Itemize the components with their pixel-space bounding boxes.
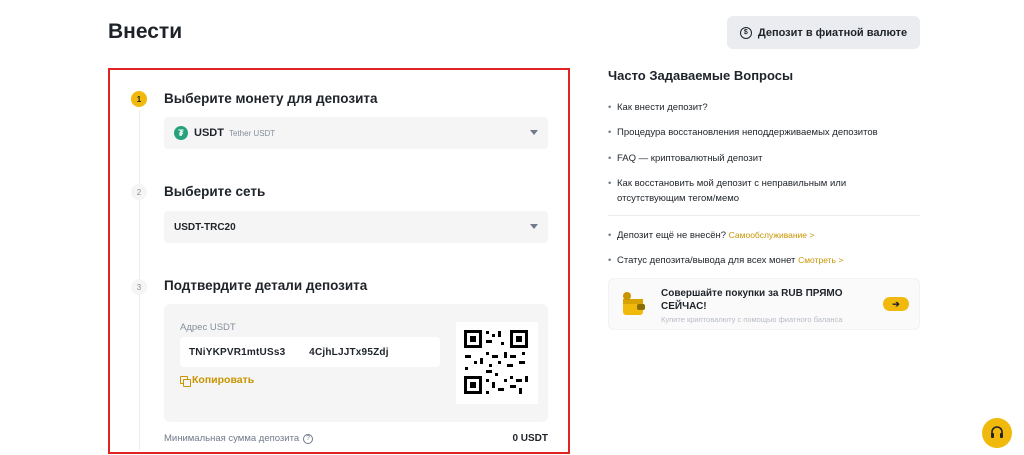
step-3-title: Подтвердите детали депозита [164,278,368,293]
coin-code: USDT [194,127,224,139]
deposit-not-credited-row: Депозит ещё не внесён? Самообслуживание … [608,228,908,243]
network-value: USDT-TRC20 [174,221,236,233]
self-service-link[interactable]: Самообслуживание > [729,230,815,240]
chevron-down-icon [530,224,538,229]
address-value: TNiYKPVR1mtUSs3 4CjhLJJTx95Zdj [189,346,389,358]
wallet-illustration-icon [623,292,645,315]
deposit-details-card: Адрес USDT TNiYKPVR1mtUSs3 4CjhLJJTx95Zd… [164,304,548,422]
step-1-badge: 1 [131,91,147,107]
coin-name: Tether USDT [228,128,276,138]
fiat-deposit-button[interactable]: $ Депозит в фиатной валюте [727,16,920,49]
help-icon[interactable]: ? [303,433,314,444]
coin-select[interactable]: ₮ USDT Tether USDT [164,117,548,149]
step-1-title: Выберите монету для депозита [164,91,378,106]
faq-title: Часто Задаваемые Вопросы [608,68,794,83]
step-2-badge: 2 [131,184,147,200]
address-field[interactable]: TNiYKPVR1mtUSs3 4CjhLJJTx95Zdj [180,337,440,367]
faq-item[interactable]: Процедура восстановления неподдерживаемы… [608,125,908,140]
network-select[interactable]: USDT-TRC20 [164,211,548,243]
min-deposit-row: Минимальная сумма депозита ? 0 USDT [164,433,548,444]
copy-label: Копировать [192,374,255,386]
qr-code-image [462,328,532,398]
copy-address-button[interactable]: Копировать [180,374,255,387]
headset-icon [991,426,1003,438]
fiat-deposit-label: Депозит в фиатной валюте [757,26,908,39]
arrow-right-icon[interactable]: ➔ [883,297,909,311]
min-deposit-value: 0 USDT [512,433,548,444]
rub-promo-banner[interactable]: Совершайте покупки за RUB ПРЯМО СЕЙЧАС! … [608,278,920,330]
faq-divider [608,215,920,216]
copy-icon [180,376,191,387]
step-2-title: Выберите сеть [164,184,266,199]
page-title: Внести [108,20,183,43]
address-label: Адрес USDT [180,322,236,333]
qr-code[interactable] [456,322,538,404]
tether-icon: ₮ [174,126,188,140]
faq-item[interactable]: FAQ — криптовалютный депозит [608,151,908,166]
min-deposit-label: Минимальная сумма депозита [164,433,300,444]
status-text: Статус депозита/вывода для всех монет [617,255,796,266]
currency-icon: $ [739,26,752,39]
view-status-link[interactable]: Смотреть > [798,255,843,265]
chevron-down-icon [530,130,538,135]
promo-subtitle: Купите криптовалюту с помощью фиатного б… [661,315,843,324]
support-headset-button[interactable] [982,418,1012,448]
not-credited-text: Депозит ещё не внесён? [617,230,727,241]
promo-title: Совершайте покупки за RUB ПРЯМО СЕЙЧАС! [661,288,843,312]
step-3-badge: 3 [131,279,147,295]
faq-item[interactable]: Как внести депозит? [608,100,908,115]
deposit-panel: 1 Выберите монету для депозита ₮ USDT Te… [108,68,570,454]
status-row: Статус депозита/вывода для всех монет См… [608,253,908,268]
faq-item[interactable]: Как восстановить мой депозит с неправиль… [608,176,888,206]
